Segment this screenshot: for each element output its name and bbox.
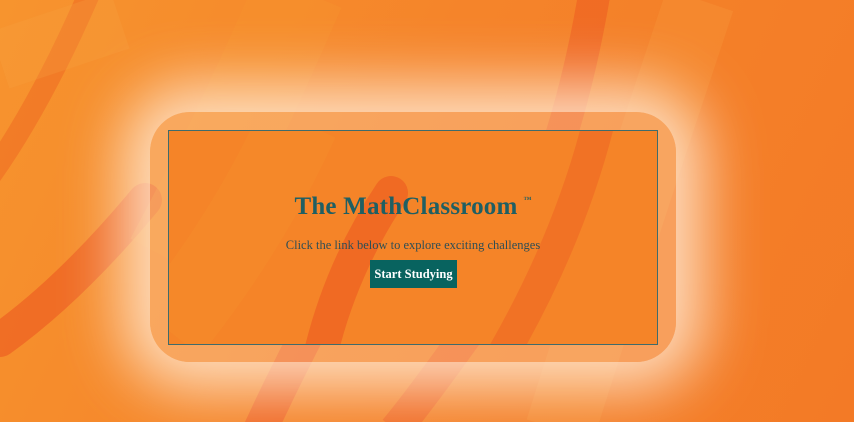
hero-subtitle: Click the link below to explore exciting… — [285, 238, 541, 252]
hero-content: The MathClassroom ™ Click the link below … — [169, 131, 657, 344]
hero-panel: The MathClassroom ™ Click the link below … — [168, 130, 658, 345]
site-title: The MathClassroom — [294, 193, 518, 220]
hero-title-row: The MathClassroom ™ — [169, 193, 657, 221]
trademark-mark: ™ — [523, 195, 532, 204]
start-studying-button[interactable]: Start Studying — [370, 260, 457, 288]
